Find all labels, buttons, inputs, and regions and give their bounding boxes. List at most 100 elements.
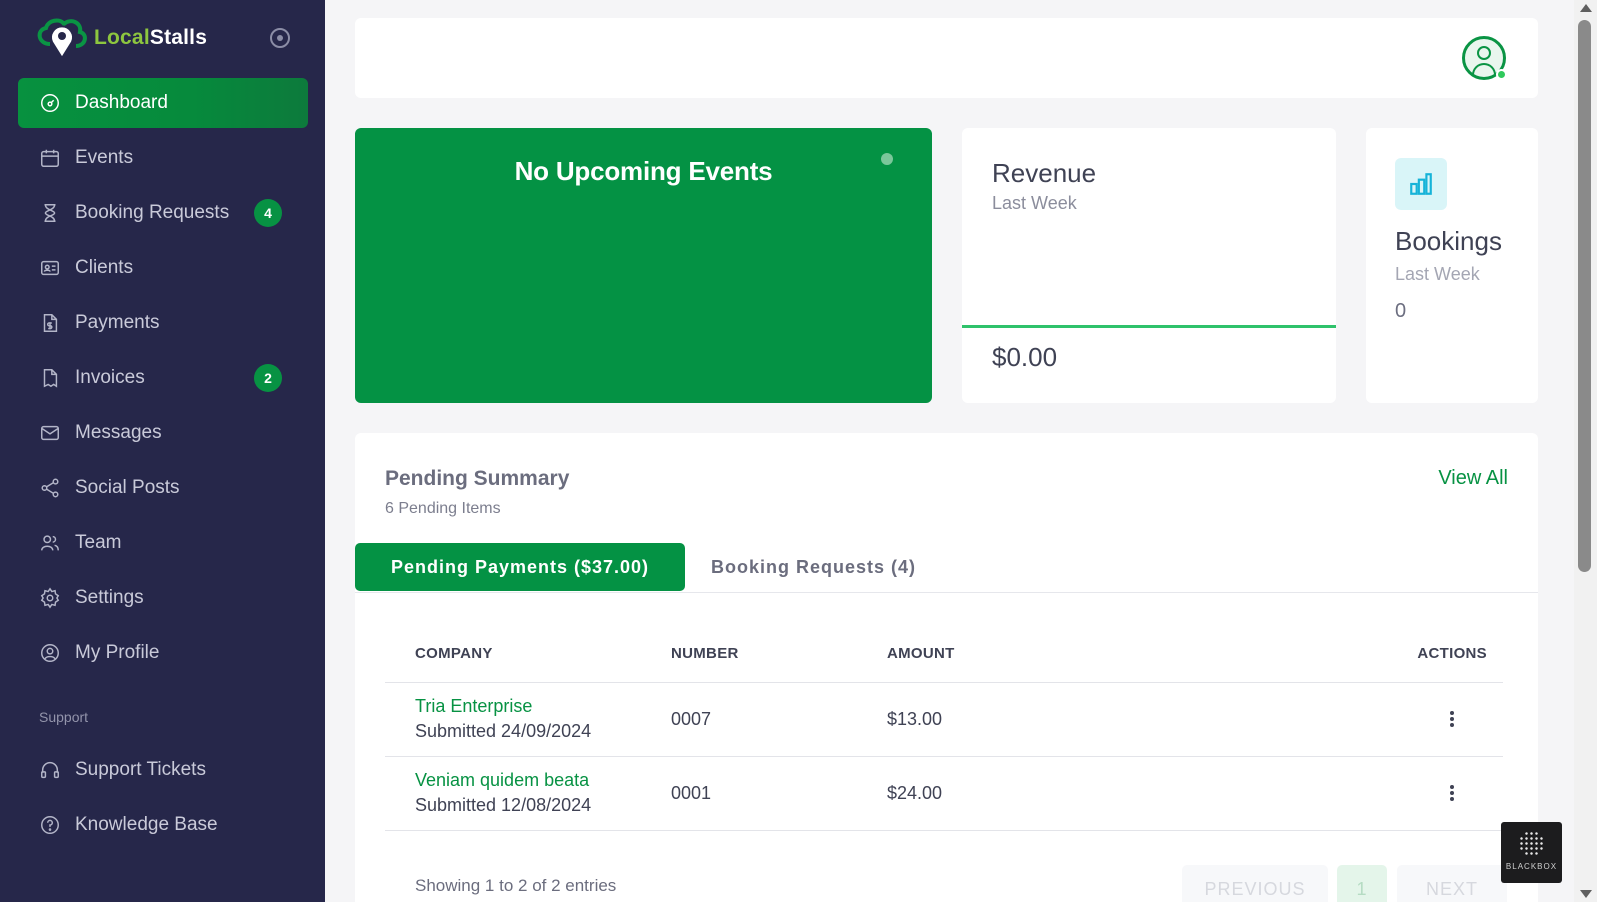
calendar-icon xyxy=(38,146,62,170)
sidebar-item-label: Clients xyxy=(75,257,134,278)
company-cell: Veniam quidem beata Submitted 12/08/2024 xyxy=(415,770,591,816)
sidebar-item-label: Settings xyxy=(75,587,144,608)
bookings-subtitle: Last Week xyxy=(1395,264,1480,284)
support-section-label: Support xyxy=(39,709,89,725)
top-bar xyxy=(355,18,1538,98)
invoice-amount: $13.00 xyxy=(887,709,943,729)
question-circle-icon xyxy=(38,813,62,837)
pagination-previous-button[interactable]: PREVIOUS xyxy=(1182,865,1328,902)
sidebar-item-clients[interactable]: Clients xyxy=(18,243,308,293)
table-entries-info: Showing 1 to 2 of 2 entries xyxy=(415,876,617,895)
avatar-head xyxy=(1477,46,1491,60)
row-actions-kebab-icon[interactable] xyxy=(1445,783,1459,805)
sidebar-item-my-profile[interactable]: My Profile xyxy=(18,628,308,678)
revenue-subtitle: Last Week xyxy=(992,193,1077,213)
pagination-next-button[interactable]: NEXT xyxy=(1397,865,1507,902)
sidebar-item-invoices[interactable]: Invoices 2 xyxy=(18,353,308,403)
table-header: COMPANY NUMBER AMOUNT ACTIONS xyxy=(385,625,1503,683)
support-nav: Support Tickets Knowledge Base xyxy=(18,745,308,855)
blackbox-logo-icon xyxy=(1519,831,1544,856)
bookings-title: Bookings xyxy=(1395,226,1502,256)
scroll-down-arrow-icon[interactable] xyxy=(1580,890,1592,898)
scrollbar-thumb[interactable] xyxy=(1578,20,1591,572)
sidebar-item-knowledge-base[interactable]: Knowledge Base xyxy=(18,800,308,850)
sidebar: LocalStalls Dashboard Events Booking Req… xyxy=(0,0,325,902)
upcoming-events-card: No Upcoming Events xyxy=(355,128,932,403)
scroll-up-arrow-icon[interactable] xyxy=(1580,4,1592,12)
bookings-card: Bookings Last Week 0 xyxy=(1366,128,1538,403)
invoice-number: 0001 xyxy=(671,783,712,803)
headset-icon xyxy=(38,758,62,782)
sidebar-item-settings[interactable]: Settings xyxy=(18,573,308,623)
sidebar-item-label: Team xyxy=(75,532,122,553)
blackbox-badge[interactable]: BLACKBOX xyxy=(1501,822,1562,883)
sidebar-item-label: Payments xyxy=(75,312,160,333)
receipt-icon xyxy=(38,366,62,390)
sidebar-item-social-posts[interactable]: Social Posts xyxy=(18,463,308,513)
column-header-amount[interactable]: AMOUNT xyxy=(887,645,955,662)
submitted-date: Submitted 24/09/2024 xyxy=(415,721,592,741)
sidebar-item-messages[interactable]: Messages xyxy=(18,408,308,458)
sidebar-item-events[interactable]: Events xyxy=(18,133,308,183)
bar-chart-icon xyxy=(1395,158,1447,210)
upcoming-events-title: No Upcoming Events xyxy=(514,156,773,186)
sidebar-item-label: Invoices xyxy=(75,367,145,388)
column-header-number[interactable]: NUMBER xyxy=(671,645,739,662)
users-icon xyxy=(38,531,62,555)
row-actions-kebab-icon[interactable] xyxy=(1445,709,1459,731)
pending-summary-panel: Pending Summary 6 Pending Items View All… xyxy=(355,433,1538,902)
pending-summary-subtitle: 6 Pending Items xyxy=(385,500,501,517)
pending-summary-title: Pending Summary xyxy=(385,467,570,490)
id-card-icon xyxy=(38,256,62,280)
sidebar-item-label: Support Tickets xyxy=(75,759,206,780)
pagination-page-1[interactable]: 1 xyxy=(1337,865,1387,902)
carousel-indicator-dot[interactable] xyxy=(881,153,893,165)
sidebar-item-support-tickets[interactable]: Support Tickets xyxy=(18,745,308,795)
table-row: Tria Enterprise Submitted 24/09/2024 000… xyxy=(385,683,1503,757)
company-link[interactable]: Tria Enterprise xyxy=(415,696,591,717)
logo[interactable]: LocalStalls xyxy=(32,16,207,60)
revenue-card: Revenue Last Week $0.00 xyxy=(962,128,1336,403)
sidebar-item-dashboard[interactable]: Dashboard xyxy=(18,78,308,128)
sidebar-item-label: Booking Requests xyxy=(75,202,230,223)
user-circle-icon xyxy=(38,641,62,665)
sidebar-item-team[interactable]: Team xyxy=(18,518,308,568)
share-icon xyxy=(38,476,62,500)
column-header-company[interactable]: COMPANY xyxy=(415,645,493,662)
sidebar-item-label: Knowledge Base xyxy=(75,814,218,835)
sidebar-item-label: Messages xyxy=(75,422,162,443)
user-avatar[interactable] xyxy=(1462,36,1507,80)
view-all-link[interactable]: View All xyxy=(1438,467,1508,490)
blackbox-badge-text: BLACKBOX xyxy=(1505,862,1558,871)
pending-tabs: Pending Payments ($37.00) Booking Reques… xyxy=(355,543,1538,593)
bookings-value: 0 xyxy=(1395,300,1407,322)
gear-icon xyxy=(38,586,62,610)
sidebar-item-booking-requests[interactable]: Booking Requests 4 xyxy=(18,188,308,238)
sidebar-item-label: Events xyxy=(75,147,134,168)
pending-payments-table: COMPANY NUMBER AMOUNT ACTIONS Tria Enter… xyxy=(385,625,1503,831)
revenue-chart-line xyxy=(962,325,1336,328)
tab-pending-payments[interactable]: Pending Payments ($37.00) xyxy=(355,543,685,591)
vertical-scrollbar[interactable] xyxy=(1574,0,1597,902)
tab-booking-requests[interactable]: Booking Requests (4) xyxy=(711,543,916,591)
logo-text-part2: Stalls xyxy=(149,26,208,49)
hourglass-icon xyxy=(38,201,62,225)
invoice-number: 0007 xyxy=(671,709,712,729)
dollar-document-icon xyxy=(38,311,62,335)
column-header-actions: ACTIONS xyxy=(1417,645,1487,662)
sidebar-item-payments[interactable]: Payments xyxy=(18,298,308,348)
avatar-body xyxy=(1472,63,1496,75)
online-status-dot xyxy=(1496,69,1507,80)
invoice-amount: $24.00 xyxy=(887,783,943,803)
logo-text: LocalStalls xyxy=(94,26,207,50)
booking-requests-count-badge: 4 xyxy=(254,199,282,227)
company-cell: Tria Enterprise Submitted 24/09/2024 xyxy=(415,696,591,742)
table-row: Veniam quidem beata Submitted 12/08/2024… xyxy=(385,757,1503,831)
sidebar-collapse-button[interactable] xyxy=(270,28,290,48)
logo-text-part1: Local xyxy=(94,26,150,49)
sidebar-item-label: My Profile xyxy=(75,642,160,663)
dashboard-icon xyxy=(38,91,62,115)
company-link[interactable]: Veniam quidem beata xyxy=(415,770,591,791)
revenue-value: $0.00 xyxy=(992,342,1058,372)
logo-icon xyxy=(37,18,87,60)
